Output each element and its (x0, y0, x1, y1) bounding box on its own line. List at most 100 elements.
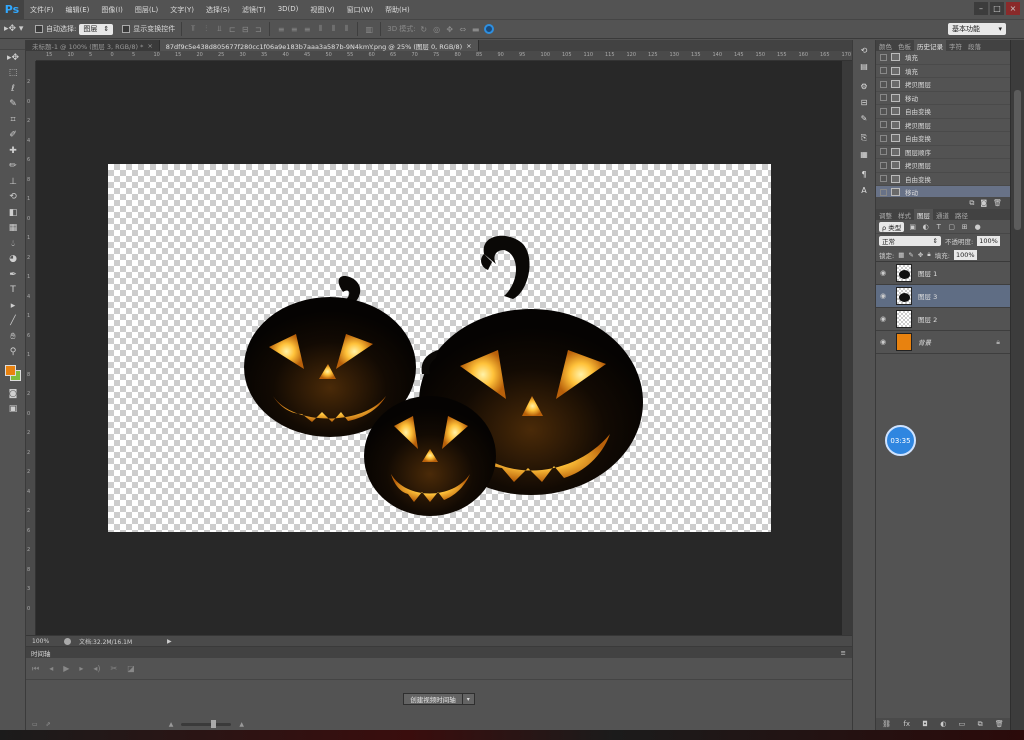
character-panel-icon[interactable]: A (857, 184, 871, 196)
properties-panel-icon[interactable]: ⚙ (857, 80, 871, 92)
align-top-icon[interactable]: ⫪ (188, 24, 198, 34)
prev-frame-icon[interactable]: ◂ (49, 664, 53, 673)
visibility-eye-icon[interactable]: ◉ (876, 269, 890, 277)
history-step[interactable]: 移动 (876, 92, 1010, 105)
visibility-eye-icon[interactable]: ◉ (876, 315, 890, 323)
shape-tool-icon[interactable]: ╱ (0, 314, 26, 330)
history-step[interactable]: 自由变换 (876, 173, 1010, 186)
close-button[interactable]: × (1006, 2, 1020, 15)
transition-icon[interactable]: ◪ (127, 664, 135, 673)
3d-scale-icon[interactable]: ▬ (471, 24, 481, 34)
next-frame-icon[interactable]: ▸ (79, 664, 83, 673)
lock-transparent-icon[interactable]: ▦ (898, 251, 904, 259)
history-brush-source-checkbox[interactable] (880, 161, 887, 169)
zoom-tool-icon[interactable]: ⚲ (0, 345, 26, 361)
color-swatches[interactable] (0, 360, 26, 386)
history-brush-source-checkbox[interactable] (880, 175, 887, 183)
layer-name[interactable]: 图层 1 (918, 268, 937, 278)
link-layers-icon[interactable]: ⛓ (882, 720, 891, 728)
show-transform-checkbox[interactable] (122, 25, 131, 33)
brush-tool-icon[interactable]: ✏ (0, 159, 26, 175)
marquee-tool-icon[interactable]: ⬚ (0, 66, 26, 82)
panels-scrollbar[interactable] (1010, 40, 1024, 730)
tab-panel_tabs_layers-0[interactable]: 调整 (876, 209, 895, 220)
history-panel-icon[interactable]: ⟲ (857, 44, 871, 56)
menu-item[interactable]: 文字(Y) (164, 5, 200, 15)
type-filter-icon[interactable]: T (934, 222, 943, 231)
history-brush-source-checkbox[interactable] (880, 148, 887, 156)
tab-panel_tabs_top-3[interactable]: 字符 (946, 40, 965, 51)
layer-row[interactable]: ◉ 图层 3 (876, 285, 1010, 308)
history-brush-source-checkbox[interactable] (880, 53, 887, 61)
tab-untitled[interactable]: 未标题-1 @ 100% (图层 3, RGB/8) * × (26, 40, 160, 51)
menu-item[interactable]: 滤镜(T) (236, 5, 272, 15)
distribute-top-icon[interactable]: ≡ (276, 24, 286, 34)
layer-row[interactable]: ◉ 背景 🔒︎ (876, 331, 1010, 354)
history-step[interactable]: 拷贝图层 (876, 119, 1010, 132)
distribute-hcenter-icon[interactable]: ⦀ (328, 24, 338, 34)
menu-item[interactable]: 图层(L) (129, 5, 164, 15)
scissors-icon[interactable]: ✂ (111, 664, 118, 673)
trash-icon[interactable]: 🗑︎ (993, 199, 1002, 207)
history-step[interactable]: 移动 (876, 186, 1010, 197)
align-vcenter-icon[interactable]: ⫶ (201, 24, 211, 34)
gradient-tool-icon[interactable]: ▦ (0, 221, 26, 237)
crop-tool-icon[interactable]: ⌗ (0, 112, 26, 128)
auto-select-dropdown[interactable]: 图层 ⇕ (79, 23, 114, 35)
opacity-input[interactable]: 100% (977, 236, 1000, 246)
tab-panel_tabs_layers-3[interactable]: 通道 (933, 209, 952, 220)
screen-mode-icon[interactable]: ▣ (0, 402, 26, 418)
paragraph-panel-icon[interactable]: ¶ (857, 168, 871, 180)
lock-pixels-icon[interactable]: ✎ (908, 251, 913, 259)
layer-lock-icon[interactable]: 🔒︎ (996, 338, 1000, 347)
zoom-level[interactable]: 100% (32, 638, 56, 645)
history-brush-source-checkbox[interactable] (880, 67, 887, 75)
filter-toggle-icon[interactable]: ● (973, 222, 982, 231)
distribute-left-icon[interactable]: ⦀ (315, 24, 325, 34)
create-video-timeline-button[interactable]: 创建视频时间轴 (403, 693, 463, 705)
foreground-color-swatch[interactable] (5, 365, 16, 376)
path-select-tool-icon[interactable]: ▸ (0, 298, 26, 314)
layer-filter-dropdown[interactable]: ρ 类型 (879, 221, 905, 232)
quick-mask-icon[interactable]: ◙ (0, 386, 26, 402)
new-document-icon[interactable]: ⧉ (969, 199, 974, 208)
menu-item[interactable]: 文件(F) (24, 5, 60, 15)
tab-pumpkin-png[interactable]: 87df9c5e438d805677f280cc1f06a9e183b7aaa3… (159, 40, 479, 51)
scrollbar-thumb[interactable] (1014, 90, 1021, 230)
audio-icon[interactable]: ◂) (93, 664, 100, 673)
new-group-icon[interactable]: ▭ (959, 720, 966, 728)
workspace-dropdown[interactable]: 基本功能 ▾ (948, 23, 1006, 35)
canvas-vertical-scrollbar[interactable] (842, 61, 852, 635)
auto-align-icon[interactable]: ▥ (364, 24, 374, 34)
healing-tool-icon[interactable]: ✚ (0, 143, 26, 159)
3d-roll-icon[interactable]: ◎ (432, 24, 442, 34)
align-right-icon[interactable]: ⊐ (253, 24, 263, 34)
history-brush-source-checkbox[interactable] (880, 134, 887, 142)
tab-panel_tabs_top-2[interactable]: 历史记录 (914, 40, 946, 51)
history-brush-tool-icon[interactable]: ⟲ (0, 190, 26, 206)
canvas-area[interactable] (36, 61, 842, 635)
history-step[interactable]: 自由变换 (876, 132, 1010, 146)
blur-tool-icon[interactable]: 💧︎ (0, 236, 26, 252)
pixel-filter-icon[interactable]: ▣ (908, 222, 917, 231)
new-layer-icon[interactable]: ⧉ (978, 720, 983, 729)
snapshot-icon[interactable]: ◙ (980, 199, 987, 207)
menu-item[interactable]: 窗口(W) (341, 5, 379, 15)
layer-name[interactable]: 图层 2 (918, 314, 937, 324)
layer-name[interactable]: 背景 (918, 337, 931, 347)
recording-timer-badge[interactable]: 03:35 (885, 425, 916, 456)
layer-style-icon[interactable]: fx (903, 720, 910, 728)
shape-filter-icon[interactable]: ▢ (947, 222, 956, 231)
type-tool-icon[interactable]: T (0, 283, 26, 299)
history-step[interactable]: 填充 (876, 65, 1010, 78)
menu-item[interactable]: 帮助(H) (379, 5, 416, 15)
actions-panel-icon[interactable]: ▤ (857, 60, 871, 72)
3d-drag-icon[interactable]: ✥ (445, 24, 455, 34)
tab-panel_tabs_top-1[interactable]: 色板 (895, 40, 914, 51)
history-brush-source-checkbox[interactable] (880, 94, 887, 102)
quick-select-tool-icon[interactable]: ✎ (0, 97, 26, 113)
render-icon[interactable]: ▭ (32, 721, 38, 728)
maximize-button[interactable]: □ (990, 2, 1004, 15)
convert-icon[interactable]: ⇗ (46, 721, 51, 728)
distribute-right-icon[interactable]: ⦀ (341, 24, 351, 34)
